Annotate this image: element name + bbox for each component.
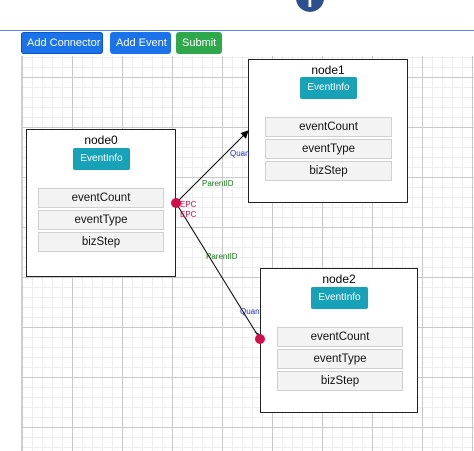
connector-node0-node1[interactable]: EPC ParentID Quan [175,130,250,209]
source-port-dot[interactable] [171,198,181,208]
target-port-dot[interactable] [255,334,265,344]
connector-middle-label: ParentID [202,179,234,188]
connector-source-label: EPC [180,200,197,209]
connector-line [175,130,249,204]
connector-node0-node2[interactable]: EPC ParentID Quan [175,202,263,340]
connector-target-label: Quan [230,149,250,158]
connector-source-label: EPC [180,210,197,219]
connectors-layer: EPC ParentID Quan EPC ParentID Quan [171,130,265,344]
connector-target-label: Quan [240,307,260,316]
connector-line [175,202,261,340]
connector-middle-label: ParentID [206,252,238,261]
